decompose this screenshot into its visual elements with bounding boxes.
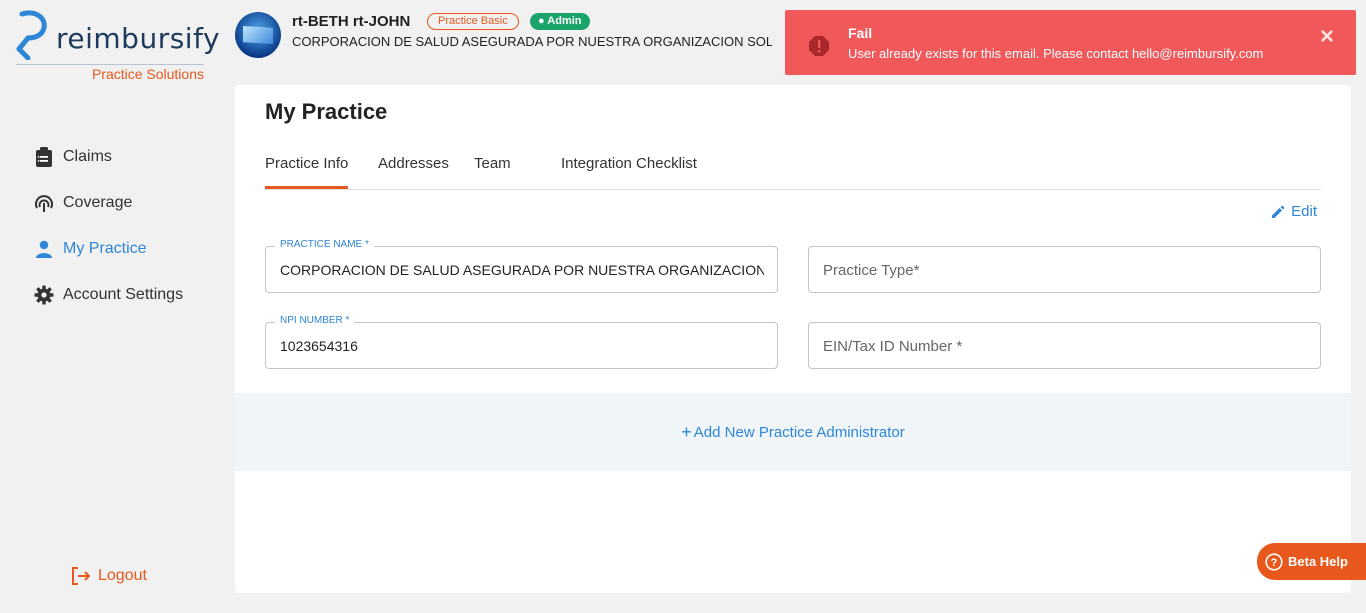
coverage-icon [34, 193, 54, 213]
logo-mark-icon [16, 10, 47, 60]
sidebar-item-label: Coverage [63, 194, 133, 211]
sidebar-item-label: My Practice [63, 240, 147, 257]
beta-help-label: Beta Help [1288, 554, 1348, 569]
sidebar-item-label: Account Settings [63, 286, 184, 303]
brand-name: reimbursify [56, 22, 221, 55]
toast-title: Fail [848, 25, 873, 41]
logout-icon [72, 567, 91, 585]
add-admin-label: Add New Practice Administrator [693, 423, 905, 441]
practice-name-value: CORPORACION DE SALUD ASEGURADA POR NUEST… [280, 262, 764, 278]
sidebar: reimbursify Practice Solutions Claims Co… [0, 0, 235, 613]
edit-button[interactable]: Edit [1271, 203, 1317, 220]
tab-team[interactable]: Team [474, 155, 511, 189]
practice-name-field[interactable]: PRACTICE NAME * CORPORACION DE SALUD ASE… [265, 239, 778, 293]
edit-label: Edit [1291, 203, 1317, 220]
sidebar-nav: Claims Coverage My Practice Account Sett… [34, 134, 183, 318]
tab-practice-info[interactable]: Practice Info [265, 155, 349, 189]
clipboard-icon [34, 147, 54, 167]
svg-text:?: ? [1271, 557, 1278, 569]
sidebar-item-account-settings[interactable]: Account Settings [34, 272, 183, 318]
ein-placeholder: EIN/Tax ID Number * [823, 338, 963, 355]
error-toast: Fail User already exists for this email.… [785, 10, 1356, 75]
error-icon [809, 36, 829, 56]
user-icon [34, 239, 54, 259]
npi-number-label: NPI NUMBER * [275, 315, 355, 326]
npi-number-field[interactable]: NPI NUMBER * 1023654316 [265, 315, 778, 369]
pencil-icon [1272, 205, 1285, 218]
beta-help-button[interactable]: ? Beta Help [1257, 543, 1366, 580]
tab-integration-checklist[interactable]: Integration Checklist [561, 155, 697, 189]
role-badge-label: Admin [547, 15, 582, 27]
plus-icon: + [681, 421, 692, 442]
practice-type-placeholder: Practice Type* [823, 262, 920, 279]
organization-name: CORPORACION DE SALUD ASEGURADA POR NUEST… [292, 34, 772, 49]
practice-card: My Practice Practice Info Addresses Team… [235, 85, 1351, 593]
logout-button[interactable]: Logout [70, 566, 147, 586]
sidebar-item-claims[interactable]: Claims [34, 134, 183, 180]
admin-user-icon: ● [538, 15, 548, 27]
practice-tabs: Practice Info Addresses Team Integration… [265, 145, 1321, 190]
ein-field[interactable]: EIN/Tax ID Number * [808, 322, 1321, 369]
logo-divider [16, 64, 204, 65]
tab-addresses[interactable]: Addresses [378, 155, 449, 189]
practice-type-field[interactable]: Practice Type* [808, 246, 1321, 293]
user-name: rt-BETH rt-JOHN [292, 13, 411, 30]
logout-label: Logout [98, 567, 147, 584]
gear-icon [34, 285, 54, 305]
brand-subtitle: Practice Solutions [91, 66, 204, 82]
help-icon: ? [1265, 552, 1283, 571]
avatar-image [243, 26, 273, 44]
page-title: My Practice [265, 99, 388, 124]
plan-badge: Practice Basic [427, 13, 519, 30]
avatar[interactable] [235, 12, 281, 58]
add-practice-administrator-button[interactable]: + Add New Practice Administrator [235, 393, 1351, 471]
sidebar-item-coverage[interactable]: Coverage [34, 180, 183, 226]
sidebar-item-label: Claims [63, 148, 112, 165]
npi-number-value: 1023654316 [280, 338, 358, 354]
toast-message: User already exists for this email. Plea… [848, 46, 1264, 61]
sidebar-item-my-practice[interactable]: My Practice [34, 226, 183, 272]
close-icon[interactable]: × [1320, 23, 1334, 51]
practice-name-label: PRACTICE NAME * [275, 239, 374, 250]
role-badge: ● Admin [530, 13, 590, 30]
